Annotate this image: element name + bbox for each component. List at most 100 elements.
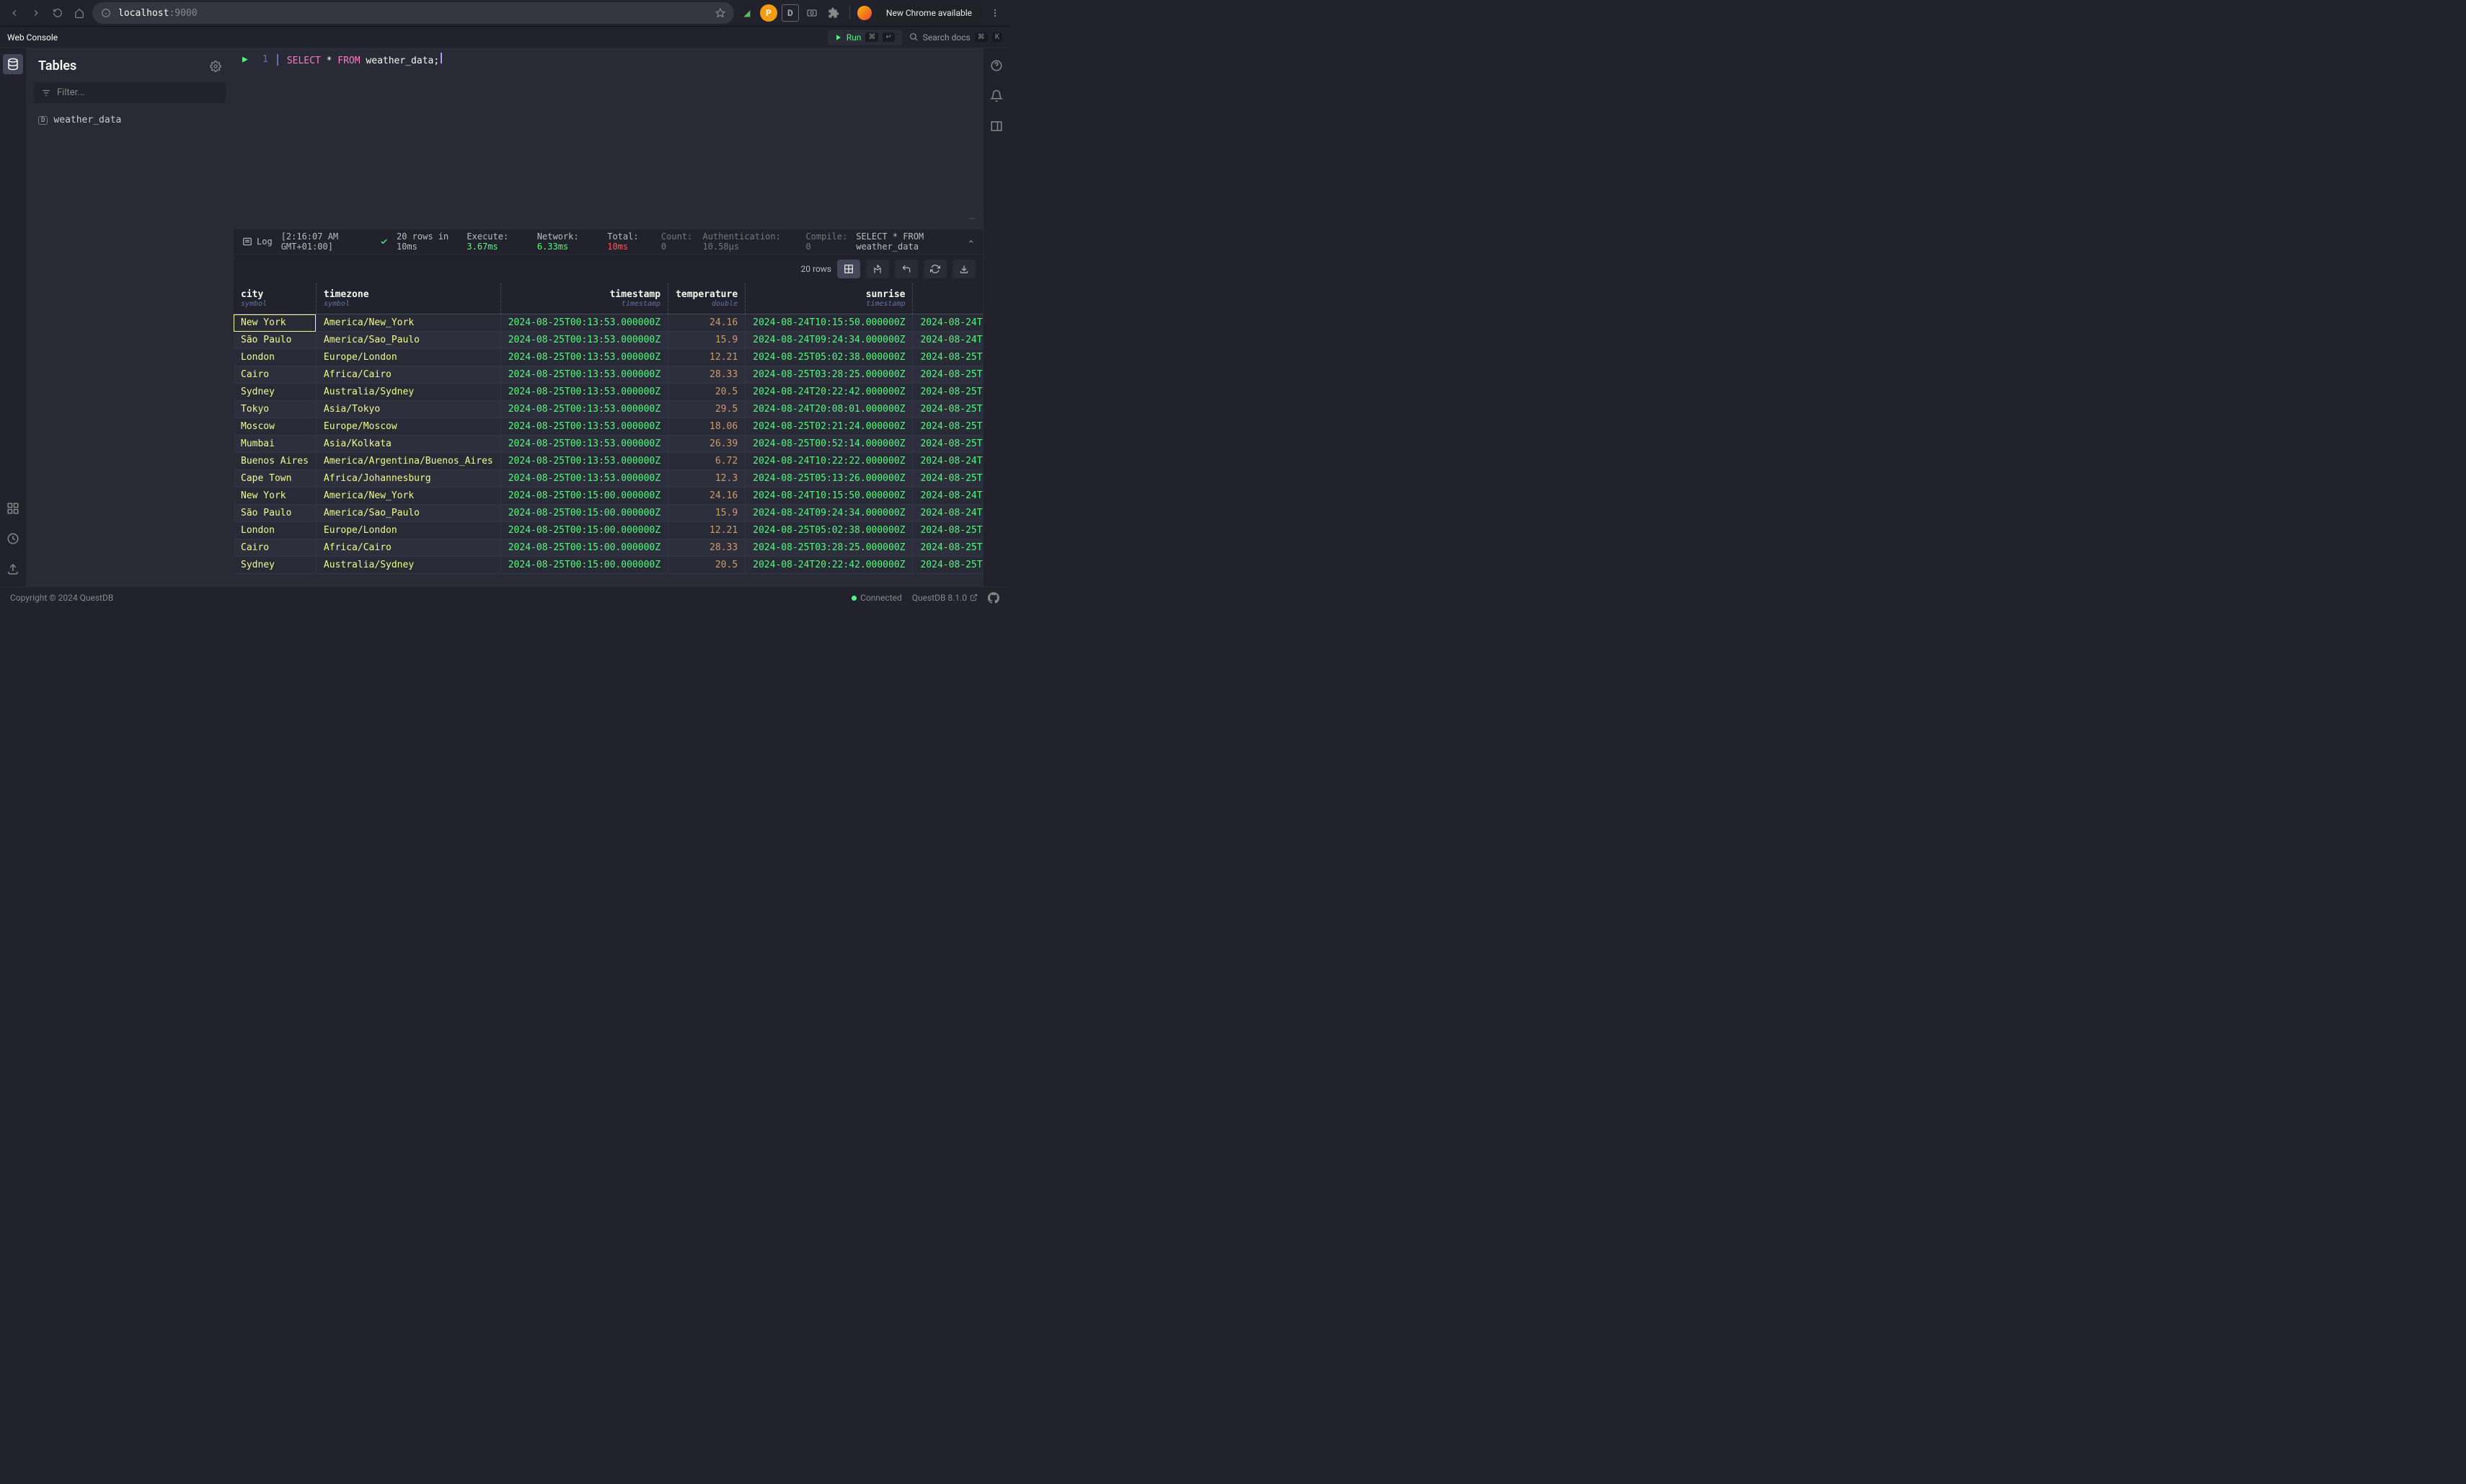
table-cell[interactable]: Sydney <box>234 557 316 574</box>
table-cell[interactable]: 2024-08-24T20:22:42.000000Z <box>746 557 913 574</box>
column-header[interactable]: temperaturedouble <box>668 283 746 314</box>
table-cell[interactable]: 2024-08-25T00:13:53.000000Z <box>500 470 668 487</box>
result-grid-wrap[interactable]: citysymboltimezonesymboltimestamptimesta… <box>234 283 983 586</box>
table-cell[interactable]: Africa/Cairo <box>316 539 500 557</box>
grid-view-button[interactable] <box>837 260 860 278</box>
table-cell[interactable]: Tokyo <box>234 401 316 418</box>
table-cell[interactable]: 2024-08-25T05:02:38.000000Z <box>746 522 913 539</box>
gear-icon[interactable] <box>210 61 221 72</box>
table-cell[interactable]: 2024-08-25T00:15:00.000000Z <box>500 505 668 522</box>
table-cell[interactable]: 2024-08-25T00:13:53.000000Z <box>500 453 668 470</box>
table-item[interactable]: D weather_data <box>34 110 226 130</box>
column-header[interactable]: timezonesymbol <box>316 283 500 314</box>
table-row[interactable]: CairoAfrica/Cairo2024-08-25T00:15:00.000… <box>234 539 983 557</box>
table-cell[interactable]: 2024-08-25T00:13:53.000000Z <box>500 366 668 384</box>
table-cell[interactable]: Africa/Cairo <box>316 366 500 384</box>
table-cell[interactable]: America/New_York <box>316 487 500 505</box>
table-cell[interactable]: Cairo <box>234 366 316 384</box>
table-cell[interactable]: 2024-08-25T05:13:26.000000Z <box>746 470 913 487</box>
table-cell[interactable]: 2024-08-25T00:13:53.000000Z <box>500 332 668 349</box>
table-cell[interactable]: 2024-08-25T00:13:53.000000Z <box>500 314 668 332</box>
table-row[interactable]: São PauloAmerica/Sao_Paulo2024-08-25T00:… <box>234 505 983 522</box>
refresh-button[interactable] <box>924 260 947 278</box>
forward-button[interactable] <box>27 4 45 22</box>
table-cell[interactable]: 2024-08-25T05:02:38.000000Z <box>746 349 913 366</box>
table-row[interactable]: MoscowEurope/Moscow2024-08-25T00:13:53.0… <box>234 418 983 436</box>
profile-avatar[interactable] <box>857 6 872 20</box>
table-cell[interactable]: America/Sao_Paulo <box>316 332 500 349</box>
table-cell[interactable]: Australia/Sydney <box>316 384 500 401</box>
table-cell[interactable]: 2024-08-25T00:13:53.000000Z <box>500 384 668 401</box>
table-cell[interactable]: Cairo <box>234 539 316 557</box>
table-row[interactable]: LondonEurope/London2024-08-25T00:15:00.0… <box>234 522 983 539</box>
table-cell[interactable]: São Paulo <box>234 505 316 522</box>
download-button[interactable] <box>953 260 976 278</box>
more-icon[interactable] <box>986 4 1004 22</box>
table-cell[interactable]: 12.21 <box>668 522 746 539</box>
column-header[interactable]: sunrisetimestamp <box>746 283 913 314</box>
chevron-up-icon[interactable] <box>968 237 974 246</box>
table-cell[interactable]: Moscow <box>234 418 316 436</box>
table-cell[interactable]: America/New_York <box>316 314 500 332</box>
table-cell[interactable]: Europe/London <box>316 522 500 539</box>
table-row[interactable]: São PauloAmerica/Sao_Paulo2024-08-25T00:… <box>234 332 983 349</box>
table-cell[interactable]: 20.5 <box>668 557 746 574</box>
ext-icon-2[interactable]: P <box>760 4 777 22</box>
table-cell[interactable]: London <box>234 349 316 366</box>
table-cell[interactable]: Australia/Sydney <box>316 557 500 574</box>
table-cell[interactable]: 12.21 <box>668 349 746 366</box>
table-cell[interactable]: 2024-08-25T13:29:19.000000Z <box>913 436 983 453</box>
github-icon[interactable] <box>988 592 999 604</box>
table-cell[interactable]: 2024-08-24T23:41:05.000000Z <box>913 487 983 505</box>
table-cell[interactable]: 2024-08-24T21:29:35.000000Z <box>913 453 983 470</box>
help-icon[interactable] <box>986 56 1007 76</box>
sql-editor[interactable]: ▶ 1 SELECT * FROM weather_data; — <box>234 48 983 229</box>
bell-icon[interactable] <box>986 86 1007 106</box>
table-cell[interactable]: Asia/Tokyo <box>316 401 500 418</box>
table-cell[interactable]: 24.16 <box>668 487 746 505</box>
table-cell[interactable]: 2024-08-24T23:41:05.000000Z <box>913 314 983 332</box>
table-cell[interactable]: 2024-08-24T20:53:25.000000Z <box>913 505 983 522</box>
table-cell[interactable]: Europe/London <box>316 349 500 366</box>
search-docs[interactable]: Search docs ⌘ K <box>909 32 1002 43</box>
table-cell[interactable]: Europe/Moscow <box>316 418 500 436</box>
new-chrome-button[interactable]: New Chrome available <box>876 4 982 22</box>
table-cell[interactable]: America/Argentina/Buenos_Aires <box>316 453 500 470</box>
clock-icon[interactable] <box>3 529 23 549</box>
ext-icon-1[interactable]: ◢ <box>738 4 756 22</box>
table-row[interactable]: SydneyAustralia/Sydney2024-08-25T00:13:5… <box>234 384 983 401</box>
table-row[interactable]: TokyoAsia/Tokyo2024-08-25T00:13:53.00000… <box>234 401 983 418</box>
table-cell[interactable]: 2024-08-25T19:02:50.000000Z <box>913 349 983 366</box>
home-button[interactable] <box>71 4 88 22</box>
chart-view-button[interactable] <box>866 260 889 278</box>
table-cell[interactable]: 2024-08-24T20:53:25.000000Z <box>913 332 983 349</box>
column-header[interactable]: sunsettimestamp <box>913 283 983 314</box>
table-cell[interactable]: 2024-08-25T16:23:38.000000Z <box>913 470 983 487</box>
table-row[interactable]: CairoAfrica/Cairo2024-08-25T00:13:53.000… <box>234 366 983 384</box>
table-cell[interactable]: Mumbai <box>234 436 316 453</box>
table-cell[interactable]: 2024-08-24T10:15:50.000000Z <box>746 487 913 505</box>
table-cell[interactable]: 2024-08-25T00:15:00.000000Z <box>500 539 668 557</box>
table-cell[interactable]: 2024-08-25T09:19:06.000000Z <box>913 401 983 418</box>
table-cell[interactable]: 2024-08-24T20:08:01.000000Z <box>746 401 913 418</box>
table-row[interactable]: MumbaiAsia/Kolkata2024-08-25T00:13:53.00… <box>234 436 983 453</box>
bookmark-icon[interactable] <box>715 8 725 18</box>
table-cell[interactable]: 2024-08-25T00:15:00.000000Z <box>500 557 668 574</box>
table-cell[interactable]: 15.9 <box>668 332 746 349</box>
panel-icon[interactable] <box>986 116 1007 136</box>
reload-button[interactable] <box>49 4 66 22</box>
table-cell[interactable]: America/Sao_Paulo <box>316 505 500 522</box>
table-cell[interactable]: New York <box>234 314 316 332</box>
table-cell[interactable]: 2024-08-24T20:22:42.000000Z <box>746 384 913 401</box>
table-cell[interactable]: 2024-08-25T03:28:25.000000Z <box>746 366 913 384</box>
table-cell[interactable]: 2024-08-25T02:21:24.000000Z <box>746 418 913 436</box>
table-row[interactable]: SydneyAustralia/Sydney2024-08-25T00:15:0… <box>234 557 983 574</box>
table-cell[interactable]: 6.72 <box>668 453 746 470</box>
filter-input[interactable]: Filter... <box>34 82 226 103</box>
table-cell[interactable]: 15.9 <box>668 505 746 522</box>
table-cell[interactable]: 2024-08-24T10:15:50.000000Z <box>746 314 913 332</box>
table-row[interactable]: LondonEurope/London2024-08-25T00:13:53.0… <box>234 349 983 366</box>
extensions-icon[interactable] <box>825 4 842 22</box>
table-row[interactable]: Buenos AiresAmerica/Argentina/Buenos_Air… <box>234 453 983 470</box>
table-cell[interactable]: 2024-08-25T19:02:50.000000Z <box>913 522 983 539</box>
